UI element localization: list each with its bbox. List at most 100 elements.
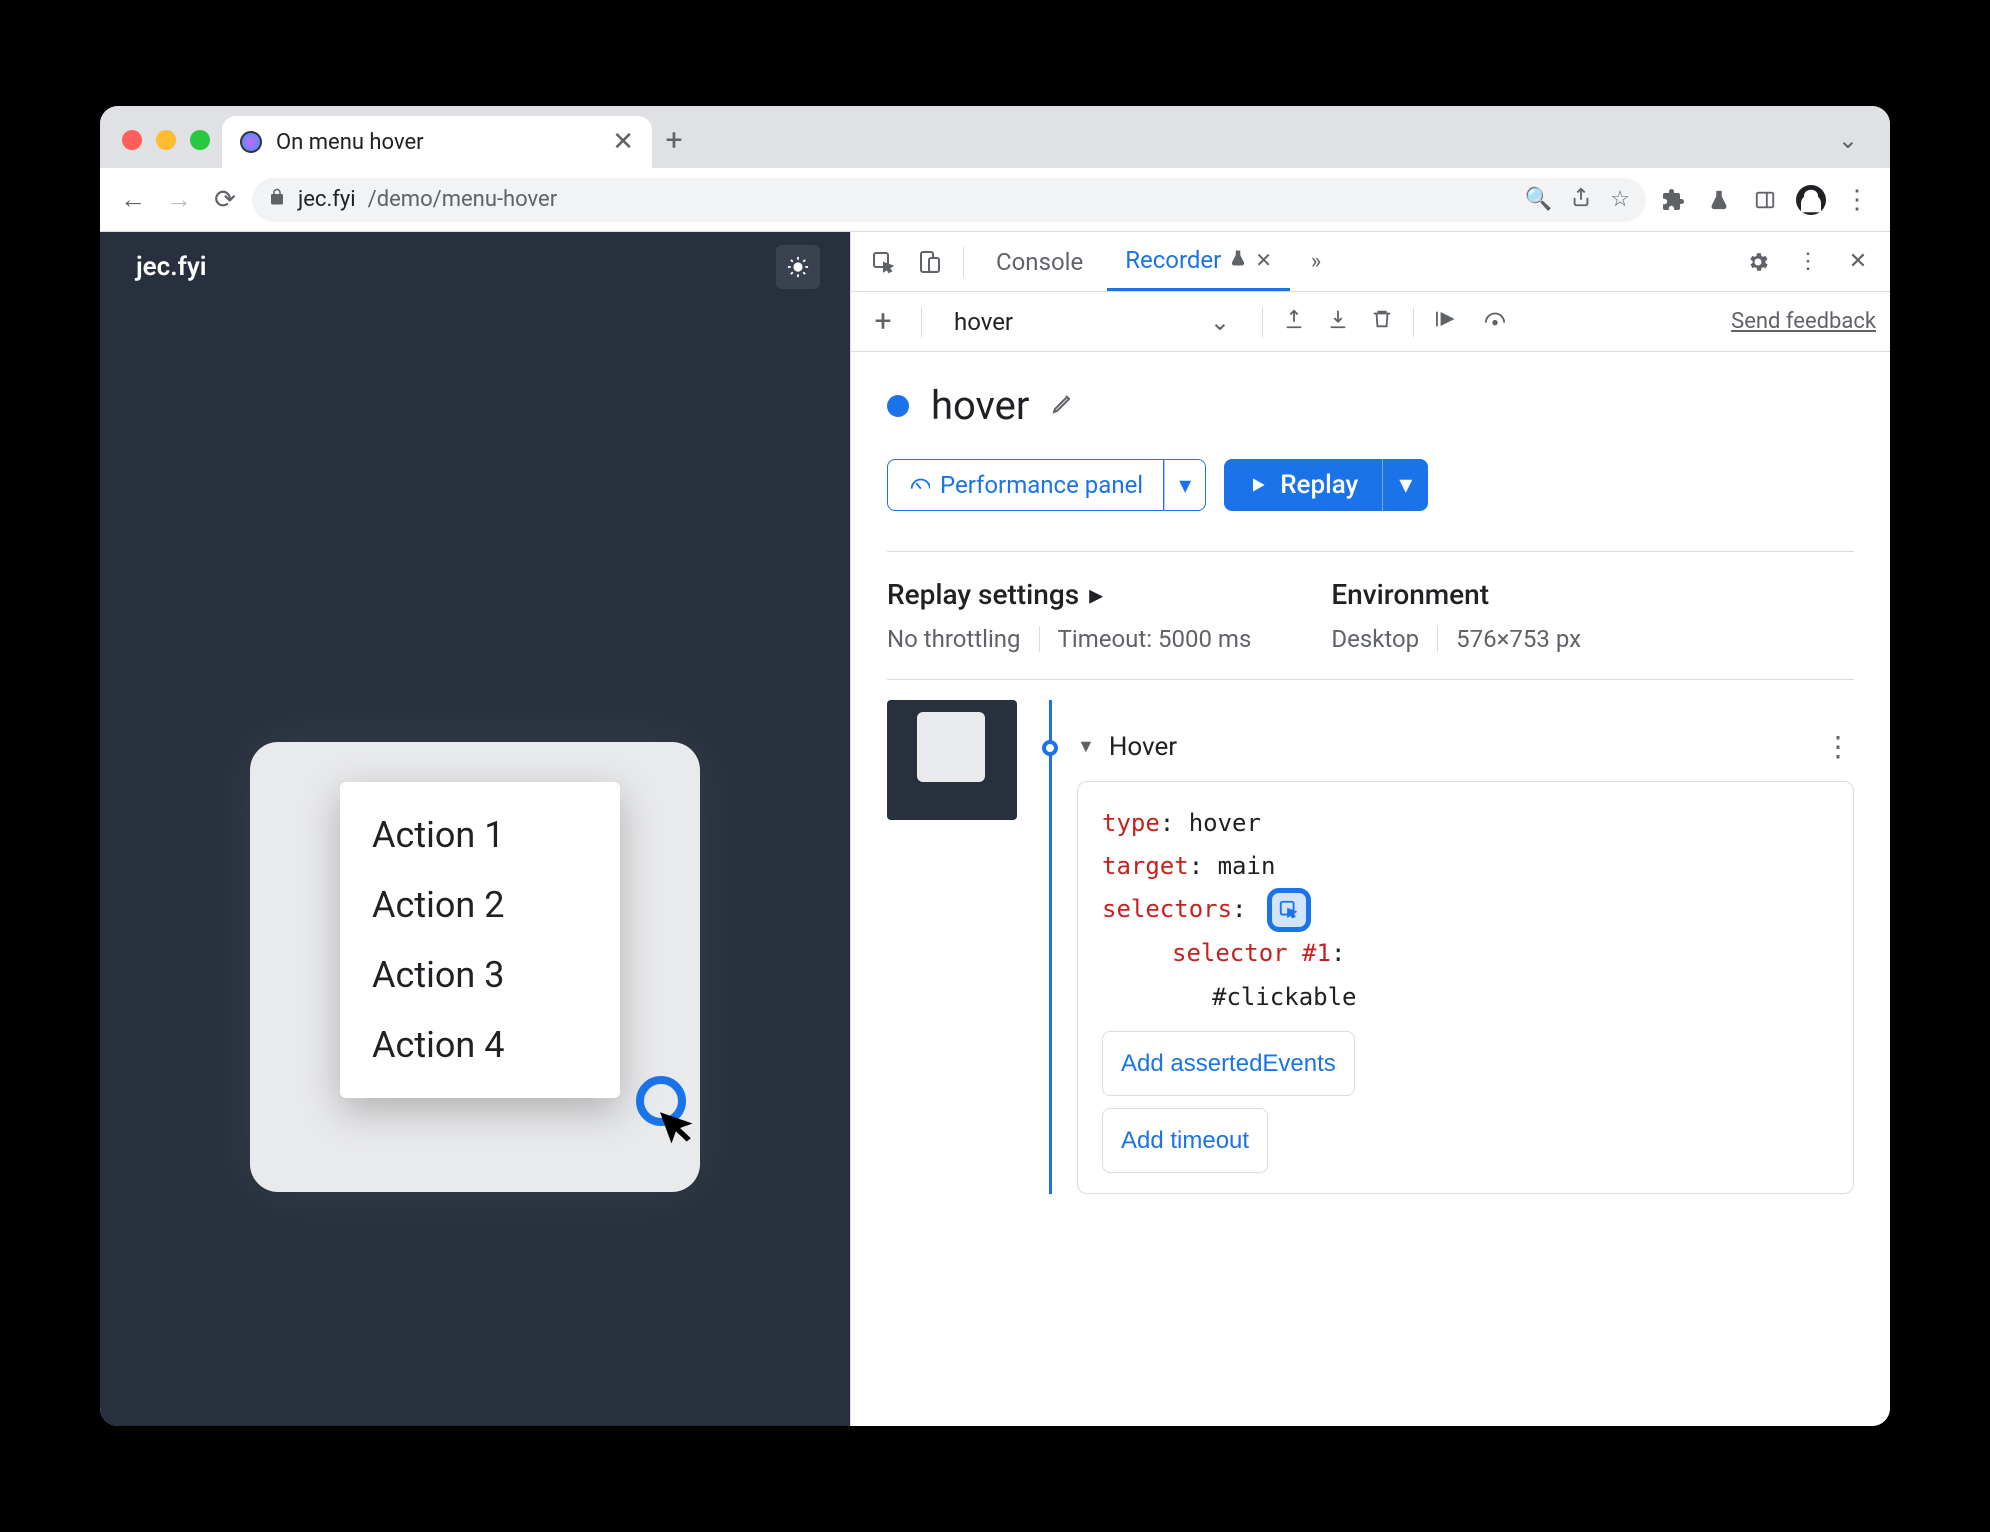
window-controls (112, 130, 222, 168)
side-panel-icon[interactable] (1746, 181, 1784, 219)
menu-item-3[interactable]: Action 3 (340, 940, 620, 1010)
lock-icon (268, 187, 286, 212)
replay-dropdown[interactable]: ▾ (1382, 459, 1428, 511)
tab-recorder-label: Recorder (1125, 246, 1221, 274)
selector-value: #clickable (1212, 983, 1357, 1011)
replay-button[interactable]: Replay (1224, 459, 1382, 511)
timeline: ▼ Hover ⋮ type: hover target: main selec… (1037, 700, 1854, 1194)
performance-panel-label: Performance panel (940, 471, 1143, 499)
settings-icon[interactable] (1738, 242, 1778, 282)
tab-overflow-button[interactable]: ⌄ (1838, 126, 1878, 168)
browser-window: On menu hover ✕ + ⌄ ← → ⟳ jec.fyi/demo/m… (100, 106, 1890, 1426)
step-menu-button[interactable]: ⋮ (1824, 730, 1854, 763)
send-feedback-link[interactable]: Send feedback (1731, 309, 1876, 334)
titlebar: On menu hover ✕ + ⌄ (100, 106, 1890, 168)
caret-right-icon: ▸ (1089, 578, 1103, 611)
inspect-element-icon[interactable] (863, 242, 903, 282)
add-asserted-events-button[interactable]: Add assertedEvents (1102, 1031, 1355, 1096)
share-icon[interactable] (1570, 186, 1592, 214)
settings-row: Replay settings ▸ No throttling Timeout:… (887, 551, 1854, 680)
target-value: main (1218, 852, 1276, 880)
selector-label: selector #1 (1172, 939, 1331, 967)
menu-item-4[interactable]: Action 4 (340, 1010, 620, 1080)
back-button[interactable]: ← (114, 181, 152, 219)
theme-toggle-button[interactable] (776, 245, 820, 289)
chevron-down-icon: ⌄ (1210, 308, 1230, 336)
devtools-tabbar: Console Recorder ✕ » ⋮ ✕ (851, 232, 1890, 292)
favicon-icon (240, 131, 262, 153)
devtools-menu-icon[interactable]: ⋮ (1788, 242, 1828, 282)
recording-dot-icon (887, 395, 909, 417)
type-value: hover (1189, 809, 1261, 837)
step-icon[interactable] (1434, 308, 1460, 336)
bookmark-icon[interactable]: ☆ (1610, 187, 1630, 212)
url-host: jec.fyi (298, 187, 356, 212)
content: jec.fyi Hover over me! Action 1 Action 2… (100, 232, 1890, 1426)
replay-label: Replay (1280, 470, 1358, 500)
forward-button[interactable]: → (160, 181, 198, 219)
recorder-toolbar: + hover ⌄ (851, 292, 1890, 352)
close-tab-icon[interactable]: ✕ (1255, 248, 1272, 272)
action-buttons: Performance panel ▾ Replay ▾ (887, 459, 1854, 511)
timeline-node (1042, 740, 1058, 756)
device-value: Desktop (1331, 625, 1419, 653)
minimize-window-button[interactable] (156, 130, 176, 150)
labs-icon[interactable] (1700, 181, 1738, 219)
step-header[interactable]: ▼ Hover ⋮ (1077, 700, 1854, 781)
recorder-body: hover Performance panel ▾ (851, 352, 1890, 1426)
steps-area: Hover over me! ▼ Hover ⋮ type: hover tar… (887, 700, 1854, 1194)
menu-item-2[interactable]: Action 2 (340, 870, 620, 940)
tab-title: On menu hover (276, 130, 424, 155)
selectors-key: selectors (1102, 895, 1232, 923)
new-tab-button[interactable]: + (652, 123, 696, 168)
more-tabs-icon[interactable]: » (1296, 242, 1336, 282)
tab-recorder[interactable]: Recorder ✕ (1107, 232, 1290, 291)
zoom-icon[interactable]: 🔍 (1525, 187, 1552, 212)
performance-panel-button[interactable]: Performance panel (887, 459, 1164, 511)
recording-select[interactable]: hover ⌄ (942, 302, 1242, 342)
device-toolbar-icon[interactable] (909, 242, 949, 282)
profile-button[interactable] (1792, 181, 1830, 219)
extensions-icon[interactable] (1654, 181, 1692, 219)
replay-settings-header[interactable]: Replay settings ▸ (887, 578, 1251, 611)
reload-button[interactable]: ⟳ (206, 181, 244, 219)
tab-console-label: Console (996, 248, 1083, 276)
toolbar: ← → ⟳ jec.fyi/demo/menu-hover 🔍 ☆ (100, 168, 1890, 232)
browser-tab[interactable]: On menu hover ✕ (222, 116, 652, 168)
thumb-text: Hover over me! (927, 722, 974, 730)
close-devtools-icon[interactable]: ✕ (1838, 242, 1878, 282)
expand-icon: ▼ (1077, 736, 1095, 757)
add-timeout-button[interactable]: Add timeout (1102, 1108, 1268, 1173)
address-bar[interactable]: jec.fyi/demo/menu-hover 🔍 ☆ (252, 178, 1646, 222)
performance-panel-dropdown[interactable]: ▾ (1164, 459, 1206, 511)
url-path: /demo/menu-hover (368, 187, 558, 212)
environment-header: Environment (1331, 578, 1581, 611)
element-picker-button[interactable] (1267, 888, 1311, 932)
export-icon[interactable] (1283, 308, 1305, 336)
tab-console[interactable]: Console (978, 232, 1101, 291)
site-logo: jec.fyi (136, 252, 206, 282)
replay-settings: Replay settings ▸ No throttling Timeout:… (887, 578, 1251, 653)
maximize-window-button[interactable] (190, 130, 210, 150)
delete-icon[interactable] (1371, 308, 1393, 336)
step-details: type: hover target: main selectors: sele… (1077, 781, 1854, 1194)
devtools-panel: Console Recorder ✕ » ⋮ ✕ (850, 232, 1890, 1426)
recording-title-row: hover (887, 382, 1854, 429)
target-key: target (1102, 852, 1189, 880)
import-icon[interactable] (1327, 308, 1349, 336)
step-thumbnail[interactable]: Hover over me! (887, 700, 1017, 820)
close-tab-button[interactable]: ✕ (612, 127, 634, 157)
avatar-icon (1796, 185, 1826, 215)
menu-item-1[interactable]: Action 1 (340, 800, 620, 870)
close-window-button[interactable] (122, 130, 142, 150)
slow-replay-icon[interactable] (1482, 308, 1508, 336)
dropdown-menu: Action 1 Action 2 Action 3 Action 4 (340, 782, 620, 1098)
timeout-value: Timeout: 5000 ms (1058, 625, 1252, 653)
page-header: jec.fyi (100, 232, 850, 302)
environment-settings: Environment Desktop 576×753 px (1331, 578, 1581, 653)
edit-title-icon[interactable] (1051, 389, 1075, 422)
recording-select-value: hover (954, 308, 1013, 336)
new-recording-button[interactable]: + (865, 304, 901, 339)
throttling-value: No throttling (887, 625, 1021, 653)
chrome-menu-button[interactable]: ⋮ (1838, 181, 1876, 219)
